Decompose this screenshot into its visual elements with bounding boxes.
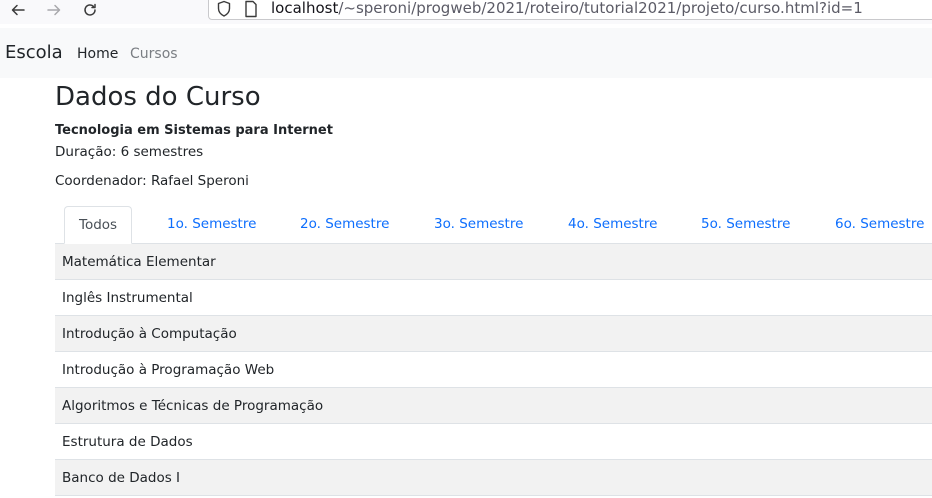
nav-link-home[interactable]: Home [77, 44, 118, 64]
page-title: Dados do Curso [55, 82, 261, 112]
course-duration: Duração: 6 semestres [55, 144, 204, 160]
table-row: Estrutura de Dados [55, 424, 932, 460]
tab-semestre-4[interactable]: 4o. Semestre [568, 206, 657, 243]
navbar-brand[interactable]: Escola [5, 41, 63, 65]
url-path: /~speroni/progweb/2021/roteiro/tutorial2… [338, 0, 863, 17]
reload-icon[interactable] [80, 0, 100, 20]
subjects-table: Matemática Elementar Inglês Instrumental… [55, 244, 932, 496]
table-row: Inglês Instrumental [55, 280, 932, 316]
table-row: Algoritmos e Técnicas de Programação [55, 388, 932, 424]
nav-link-cursos[interactable]: Cursos [130, 44, 178, 64]
forward-arrow-icon[interactable] [44, 0, 64, 20]
back-arrow-icon[interactable] [8, 0, 28, 20]
table-row: Introdução à Computação [55, 316, 932, 352]
tab-semestre-3[interactable]: 3o. Semestre [434, 206, 523, 243]
url-text[interactable]: localhost/~speroni/progweb/2021/roteiro/… [271, 0, 863, 19]
page-icon[interactable] [244, 0, 258, 18]
tab-semestre-2[interactable]: 2o. Semestre [300, 206, 389, 243]
tab-semestre-5[interactable]: 5o. Semestre [701, 206, 790, 243]
tab-todos[interactable]: Todos [64, 206, 133, 244]
table-row: Matemática Elementar [55, 244, 932, 280]
shield-icon[interactable] [216, 0, 232, 18]
course-coordinator: Coordenador: Rafael Speroni [55, 173, 249, 189]
table-row: Banco de Dados I [55, 460, 932, 496]
semester-tabs: Todos 1o. Semestre 2o. Semestre 3o. Seme… [55, 206, 932, 244]
tab-semestre-6[interactable]: 6o. Semestre [835, 206, 924, 243]
url-host: localhost [271, 0, 339, 17]
tab-semestre-1[interactable]: 1o. Semestre [167, 206, 256, 243]
table-row: Introdução à Programação Web [55, 352, 932, 388]
course-name: Tecnologia em Sistemas para Internet [55, 123, 333, 138]
